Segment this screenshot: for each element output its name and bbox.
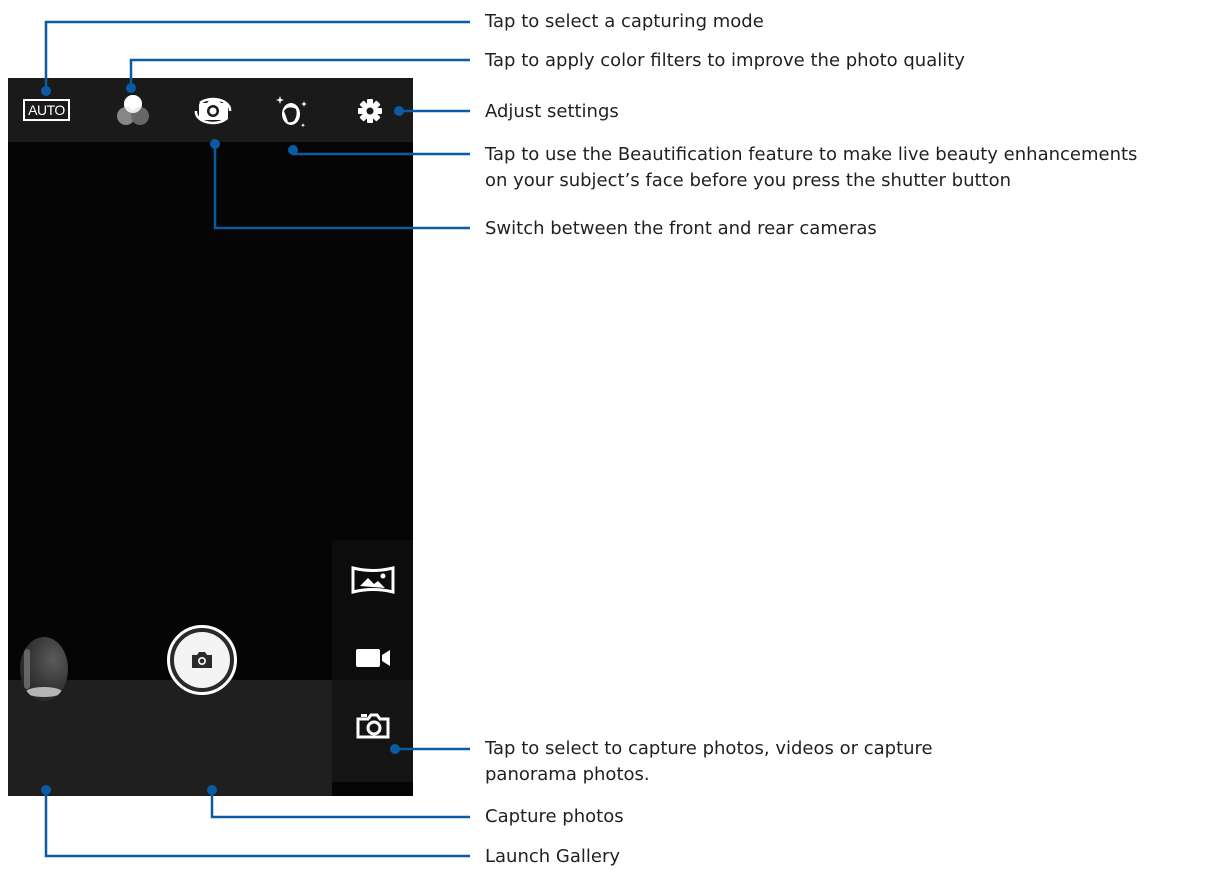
annotation-beautification-line1: Tap to use the Beautification feature to… [485,144,1138,165]
annotation-capture-photos-visible: Capture photos [485,806,624,827]
annotation-beautification-line2: on your subject’s face before you press … [485,170,1012,191]
annotation-capture-type-line2: panorama photos. [485,764,650,785]
annotation-color-filters: Tap to apply color filters to improve th… [485,50,965,71]
annotation-capture-type-line1: Tap to select to capture photos, videos … [485,738,933,759]
annotation-capture-mode: Tap to select a capturing mode [485,11,764,32]
annotation-settings: Adjust settings [485,101,619,122]
annotation-switch-camera: Switch between the front and rear camera… [485,218,877,239]
